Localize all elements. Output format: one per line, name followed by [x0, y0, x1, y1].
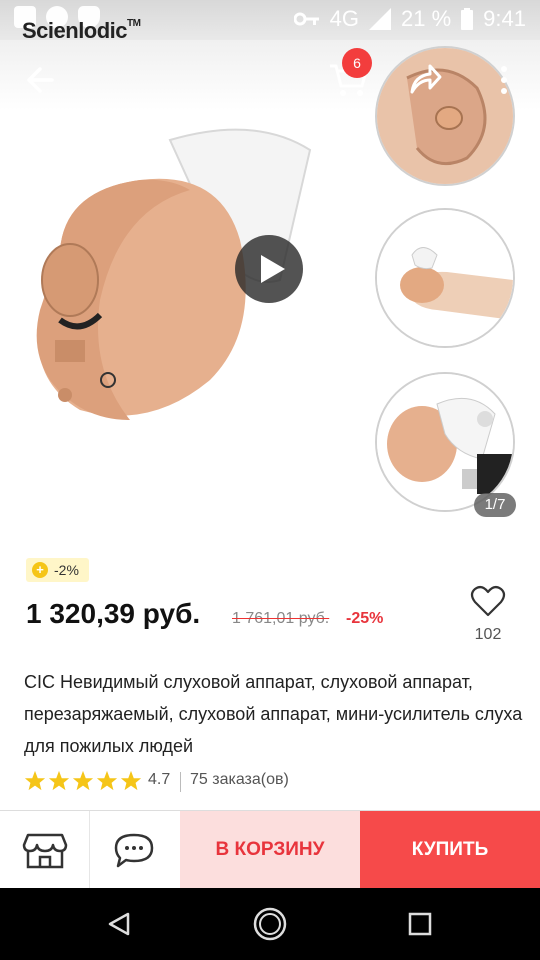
more-icon[interactable] — [494, 64, 514, 96]
cart-count-badge: 6 — [342, 48, 372, 78]
system-nav-bar — [0, 888, 540, 960]
coin-icon: + — [32, 562, 48, 578]
battery-level: 21 % — [401, 6, 452, 31]
coin-discount-badge: + -2% — [26, 558, 89, 582]
heart-icon[interactable] — [470, 584, 506, 618]
back-arrow-icon[interactable] — [22, 60, 62, 100]
star-icon — [48, 770, 70, 791]
store-button[interactable] — [0, 811, 90, 889]
star-icon — [24, 770, 46, 791]
nav-home-icon[interactable] — [252, 906, 288, 942]
add-to-cart-button[interactable]: В КОРЗИНУ — [180, 811, 360, 889]
rating-value: 4.7 — [148, 771, 171, 788]
thumbnail-charger[interactable] — [375, 372, 515, 512]
coin-discount-value: -2% — [54, 562, 79, 578]
rating-stars — [24, 770, 142, 792]
product-title: CIC Невидимый слуховой аппарат, слуховой… — [24, 672, 523, 756]
star-icon — [120, 770, 142, 791]
thumbnail-finger[interactable] — [375, 208, 515, 348]
clock: 9:41 — [483, 6, 526, 31]
chat-icon — [114, 833, 154, 868]
star-icon — [96, 770, 118, 791]
share-icon[interactable] — [404, 60, 444, 100]
old-price: 1 761,01 руб. — [232, 610, 330, 627]
store-icon — [22, 833, 68, 869]
favorites-count: 102 — [474, 626, 502, 643]
orders-count[interactable]: 75 заказа(ов) — [190, 771, 289, 789]
star-icon — [72, 770, 94, 791]
action-bar: В КОРЗИНУ КУПИТЬ — [0, 810, 540, 889]
gallery-counter: 1/7 — [474, 493, 516, 517]
play-video-button[interactable] — [235, 235, 303, 303]
signal-icon — [369, 8, 392, 30]
brand-tm: TM — [127, 18, 141, 29]
current-price: 1 320,39 руб. — [26, 598, 201, 629]
nav-back-icon[interactable] — [106, 910, 134, 938]
key-icon — [293, 12, 319, 26]
chat-button[interactable] — [90, 811, 179, 889]
network-type: 4G — [329, 6, 360, 31]
buy-now-button[interactable]: КУПИТЬ — [360, 811, 540, 889]
battery-icon — [461, 8, 474, 30]
discount-percent: -25% — [346, 610, 384, 627]
play-icon — [261, 255, 285, 283]
nav-recents-icon[interactable] — [408, 912, 432, 936]
divider — [180, 772, 181, 792]
